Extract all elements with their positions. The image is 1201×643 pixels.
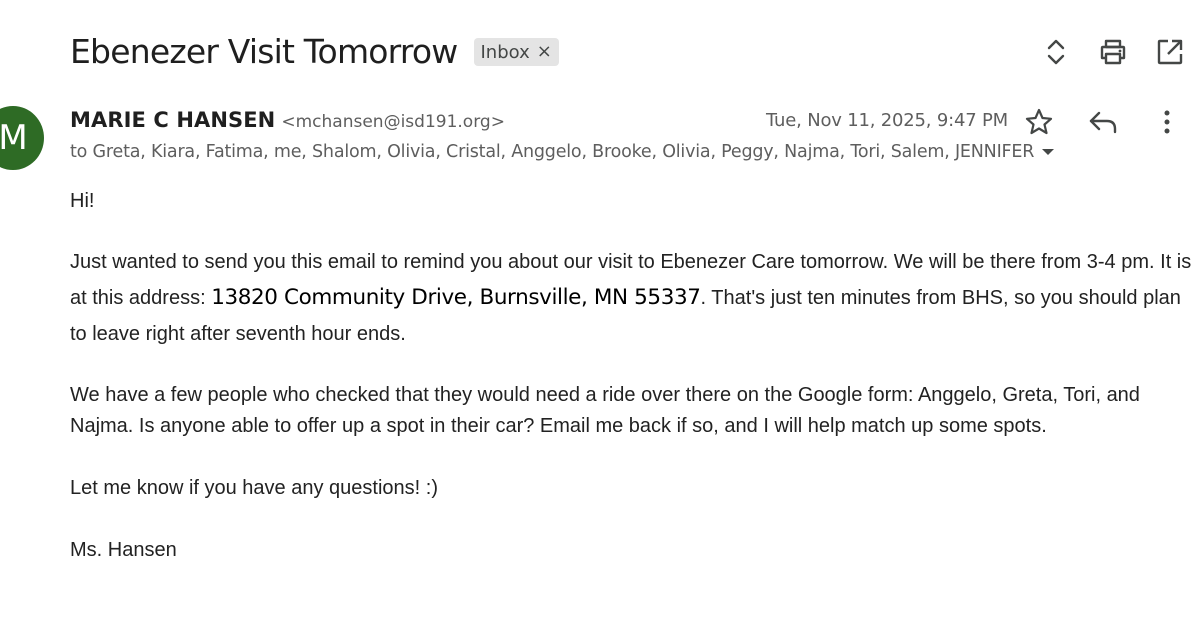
subject-header: Ebenezer Visit Tomorrow Inbox × [70,26,559,76]
sender-name[interactable]: MARIE C HANSEN [70,108,275,132]
more-vertical-icon[interactable] [1152,104,1182,140]
sender-avatar[interactable]: M [0,106,44,170]
email-body: Hi! Just wanted to send you this email t… [70,186,1195,597]
dropdown-arrow-icon[interactable] [1040,147,1056,157]
sender-line: MARIE C HANSEN <mchansen@isd191.org> [70,108,505,132]
body-paragraph-2: We have a few people who checked that th… [70,384,1140,437]
avatar-initial: M [0,118,28,158]
thread-toolbar [1041,34,1185,70]
body-paragraph-3: Let me know if you have any questions! :… [70,477,438,499]
body-address[interactable]: 13820 Community Drive, Burnsville, MN 55… [211,285,701,310]
body-signature: Ms. Hansen [70,539,177,561]
email-date: Tue, Nov 11, 2025, 9:47 PM [766,110,1008,131]
recipients-list: to Greta, Kiara, Fatima, me, Shalom, Oli… [70,142,1035,162]
unfold-icon[interactable] [1041,34,1071,70]
body-paragraph-1: Just wanted to send you this email to re… [70,244,1195,352]
star-icon[interactable] [1024,104,1054,140]
recipients-line: to Greta, Kiara, Fatima, me, Shalom, Oli… [70,142,1056,162]
inbox-label-chip[interactable]: Inbox × [473,38,559,66]
body-greeting: Hi! [70,190,95,212]
sender-email: <mchansen@isd191.org> [281,112,505,132]
print-icon[interactable] [1098,34,1128,70]
message-actions [1024,104,1182,140]
remove-label-icon[interactable]: × [537,43,552,61]
open-in-new-window-icon[interactable] [1155,34,1185,70]
label-text: Inbox [480,41,530,63]
reply-icon[interactable] [1088,104,1118,140]
email-subject: Ebenezer Visit Tomorrow [70,31,458,71]
